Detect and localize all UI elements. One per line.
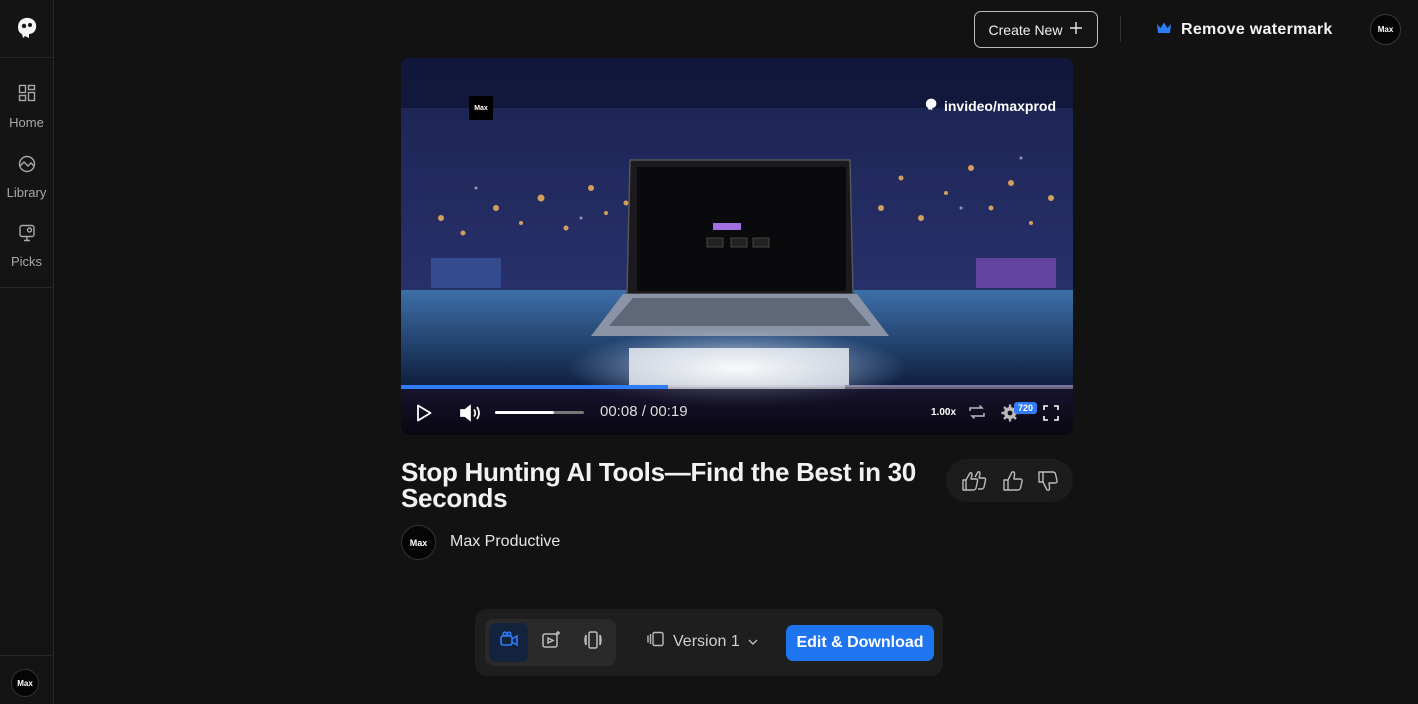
create-new-label: Create New xyxy=(988,21,1063,38)
sidebar: Home Library Picks Max xyxy=(0,0,54,704)
sidebar-divider xyxy=(0,57,53,58)
plus-icon xyxy=(1069,21,1083,38)
library-icon xyxy=(17,154,37,174)
sidebar-divider xyxy=(0,655,53,656)
thumbs-up-icon[interactable] xyxy=(1002,470,1024,492)
invideo-logo-icon xyxy=(923,97,938,115)
fullscreen-icon[interactable] xyxy=(1043,405,1059,426)
vertical-format-icon xyxy=(583,630,603,655)
sidebar-item-label: Library xyxy=(6,185,47,200)
author-avatar[interactable]: Max xyxy=(401,525,436,560)
sidebar-avatar[interactable]: Max xyxy=(11,669,39,697)
version-select[interactable]: Version 1 xyxy=(647,631,758,652)
channel-brand-badge: Max xyxy=(469,96,493,120)
crown-icon xyxy=(1156,21,1172,40)
volume-fill xyxy=(495,411,554,414)
video-view-button[interactable] xyxy=(489,623,528,662)
view-mode-group xyxy=(485,619,616,666)
user-avatar[interactable]: Max xyxy=(1370,14,1401,45)
remove-watermark-label: Remove watermark xyxy=(1181,21,1333,38)
sidebar-item-picks[interactable]: Picks xyxy=(0,223,53,283)
sidebar-divider xyxy=(0,287,53,288)
chevron-down-icon xyxy=(748,633,758,651)
bottom-toolbar: Version 1 Edit & Download xyxy=(475,609,943,676)
header-divider xyxy=(1120,16,1121,42)
sidebar-item-label: Home xyxy=(9,115,44,130)
volume-icon[interactable] xyxy=(459,403,483,428)
quality-badge: 720 xyxy=(1014,402,1038,414)
video-title: Stop Hunting AI Tools—Find the Best in 3… xyxy=(401,457,916,513)
time-display: 00:08 / 00:19 xyxy=(600,403,688,420)
rating-group xyxy=(946,459,1073,502)
video-sparkle-icon xyxy=(541,630,561,655)
progress-fill xyxy=(401,385,668,389)
sidebar-item-label: Picks xyxy=(10,254,43,269)
play-icon[interactable] xyxy=(416,404,432,427)
picks-icon xyxy=(17,223,37,243)
loop-icon[interactable] xyxy=(968,404,986,425)
versions-icon xyxy=(647,631,665,652)
grid-icon xyxy=(17,83,37,103)
invideo-logo-icon[interactable] xyxy=(13,15,39,41)
version-label: Version 1 xyxy=(673,632,740,650)
remove-watermark-button[interactable]: Remove watermark xyxy=(1156,18,1333,42)
video-watermark: invideo/maxprod xyxy=(923,97,1056,115)
author-name[interactable]: Max Productive xyxy=(450,533,560,551)
double-thumbs-up-icon[interactable] xyxy=(961,470,989,492)
playback-speed[interactable]: 1.00x xyxy=(931,407,956,418)
progress-bar[interactable] xyxy=(401,385,1073,389)
edit-download-button[interactable]: Edit & Download xyxy=(786,625,934,661)
sidebar-item-home[interactable]: Home xyxy=(0,83,53,143)
ai-edit-view-button[interactable] xyxy=(531,623,570,662)
create-new-button[interactable]: Create New xyxy=(974,11,1098,48)
watermark-text: invideo/maxprod xyxy=(943,98,1056,114)
thumbs-down-icon[interactable] xyxy=(1037,470,1059,492)
sidebar-item-library[interactable]: Library xyxy=(0,154,53,214)
video-camera-icon xyxy=(499,630,519,655)
volume-slider[interactable] xyxy=(495,411,584,414)
video-player[interactable]: Max invideo/maxprod 00:08 / 00:19 1.00x xyxy=(401,58,1073,435)
vertical-view-button[interactable] xyxy=(573,623,612,662)
